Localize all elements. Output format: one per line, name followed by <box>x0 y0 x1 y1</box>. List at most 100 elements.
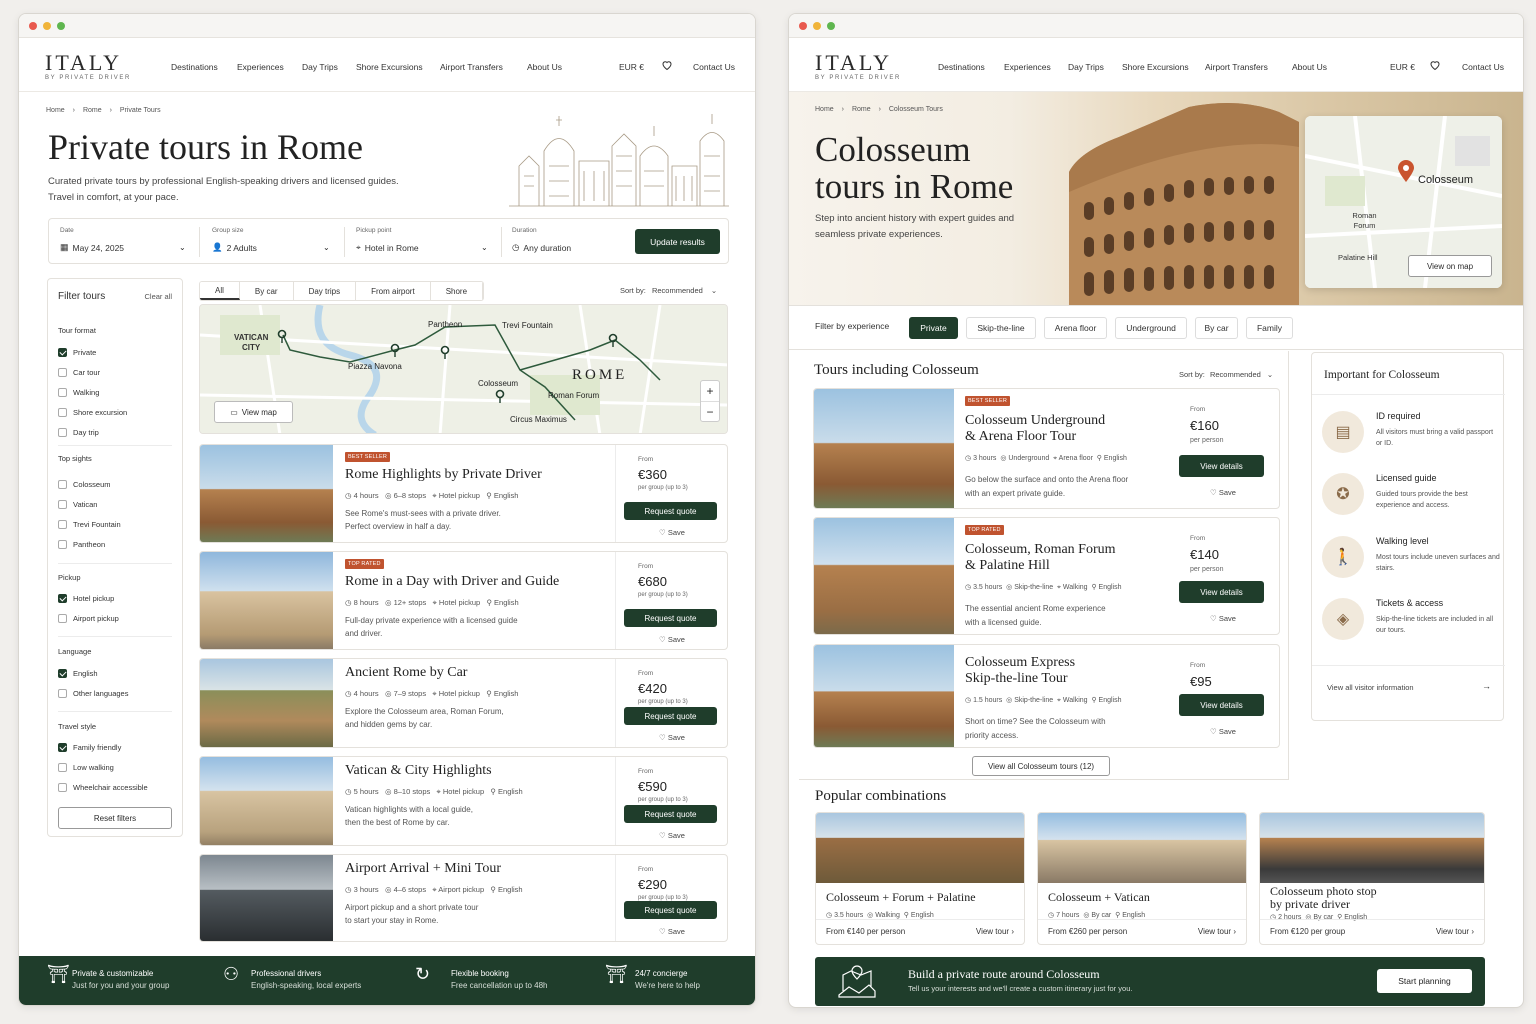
nav-airport-transfers[interactable]: Airport Transfers <box>440 62 503 72</box>
tour-image[interactable] <box>200 855 333 941</box>
checkbox[interactable] <box>58 743 67 752</box>
filter-option[interactable]: Low walking <box>58 763 114 772</box>
pill-arena-floor[interactable]: Arena floor <box>1044 317 1107 339</box>
checkbox[interactable] <box>58 520 67 529</box>
tour-title[interactable]: Rome Highlights by Private Driver <box>345 467 542 483</box>
tab-all[interactable]: All <box>200 282 240 300</box>
pill-underground[interactable]: Underground <box>1115 317 1187 339</box>
sort-dropdown[interactable]: Sort by: Recommended ⌄ <box>620 286 717 295</box>
nav-airport-transfers[interactable]: Airport Transfers <box>1205 62 1268 72</box>
combo-card[interactable]: Colosseum + Vatican ◷ 7 hours ◎ By car ⚲ … <box>1037 812 1247 945</box>
tab-by-car[interactable]: By car <box>239 282 294 300</box>
tour-title[interactable]: Airport Arrival + Mini Tour <box>345 861 501 877</box>
view-tour-link[interactable]: View tour › <box>1198 927 1236 936</box>
tour-image[interactable] <box>200 552 333 649</box>
combo-title[interactable]: Colosseum + Vatican <box>1048 891 1150 904</box>
pill-family[interactable]: Family <box>1246 317 1293 339</box>
map-pin-icon[interactable] <box>277 329 287 343</box>
combo-card[interactable]: Colosseum + Forum + Palatine ◷ 3.5 hours … <box>815 812 1025 945</box>
tour-card[interactable]: Colosseum Express Skip-the-line Tour ◷ 1.5… <box>813 644 1280 748</box>
minimize-dot[interactable] <box>813 22 821 30</box>
nav-contact-us[interactable]: Contact Us <box>1462 62 1504 72</box>
chevron-down-icon[interactable]: ⌄ <box>481 243 488 252</box>
checkbox[interactable] <box>58 500 67 509</box>
checkbox[interactable] <box>58 388 67 397</box>
maximize-dot[interactable] <box>827 22 835 30</box>
filter-option[interactable]: Colosseum <box>58 480 111 489</box>
view-details-button[interactable]: View details <box>1179 455 1264 477</box>
combo-title[interactable]: Colosseum photo stop by private driver <box>1270 885 1377 911</box>
tab-day-trips[interactable]: Day trips <box>293 282 357 300</box>
map-pin-icon[interactable] <box>608 333 618 347</box>
view-details-button[interactable]: View details <box>1179 581 1264 603</box>
save-button[interactable]: ♡ Save <box>1167 488 1279 497</box>
checkbox[interactable] <box>58 540 67 549</box>
filter-option[interactable]: Other languages <box>58 689 128 698</box>
save-button[interactable]: ♡ Save <box>616 528 727 537</box>
zoom-out-icon[interactable]: − <box>701 402 719 422</box>
save-button[interactable]: ♡ Save <box>616 831 727 840</box>
site-logo[interactable]: ITALY BY PRIVATE DRIVER <box>815 52 901 82</box>
nav-shore-excursions[interactable]: Shore Excursions <box>1122 62 1189 72</box>
filter-option[interactable]: Walking <box>58 388 99 397</box>
tour-title[interactable]: Colosseum, Roman Forum & Palatine Hill <box>965 542 1116 574</box>
nav-day-trips[interactable]: Day Trips <box>302 62 338 72</box>
request-quote-button[interactable]: Request quote <box>624 502 717 520</box>
nav-about-us[interactable]: About Us <box>527 62 562 72</box>
pill-by-car[interactable]: By car <box>1195 317 1238 339</box>
tour-card[interactable]: Airport Arrival + Mini Tour ◷ 3 hours ◎ 4… <box>199 854 728 942</box>
pickup-field[interactable]: Pickup point ⌖ Hotel in Rome <box>356 227 419 253</box>
save-button[interactable]: ♡ Save <box>1167 727 1279 736</box>
tour-title[interactable]: Vatican & City Highlights <box>345 763 492 779</box>
request-quote-button[interactable]: Request quote <box>624 901 717 919</box>
breadcrumb-home[interactable]: Home <box>815 106 834 113</box>
combo-image[interactable] <box>816 813 1024 883</box>
view-tour-link[interactable]: View tour › <box>1436 927 1474 936</box>
tour-card[interactable]: TOP RATED Rome in a Day with Driver and G… <box>199 551 728 650</box>
filter-option[interactable]: Hotel pickup <box>58 594 114 603</box>
nav-destinations[interactable]: Destinations <box>938 62 985 72</box>
maximize-dot[interactable] <box>57 22 65 30</box>
update-results-button[interactable]: Update results <box>635 229 720 254</box>
tour-card[interactable]: BEST SELLER Rome Highlights by Private Dr… <box>199 444 728 543</box>
arrow-right-icon[interactable]: → <box>1482 681 1491 691</box>
tab-from-airport[interactable]: From airport <box>356 282 431 300</box>
reset-filters-button[interactable]: Reset filters <box>58 807 172 829</box>
tour-image[interactable] <box>200 757 333 845</box>
tour-card[interactable]: Vatican & City Highlights ◷ 5 hours ◎ 8–1… <box>199 756 728 846</box>
combo-title[interactable]: Colosseum + Forum + Palatine <box>826 891 976 904</box>
tour-title[interactable]: Colosseum Underground & Arena Floor Tour <box>965 413 1105 445</box>
view-all-tours-button[interactable]: View all Colosseum tours (12) <box>972 756 1110 776</box>
tour-image[interactable] <box>200 445 333 542</box>
chevron-down-icon[interactable]: ⌄ <box>179 243 186 252</box>
view-map-button[interactable]: ▭ View map <box>214 401 293 423</box>
nav-contact-us[interactable]: Contact Us <box>693 62 735 72</box>
checkbox[interactable] <box>58 348 67 357</box>
combo-card[interactable]: Colosseum photo stop by private driver ◷ 2… <box>1259 812 1485 945</box>
filter-option[interactable]: Family friendly <box>58 743 121 752</box>
checkbox[interactable] <box>58 408 67 417</box>
filter-option[interactable]: Trevi Fountain <box>58 520 121 529</box>
request-quote-button[interactable]: Request quote <box>624 805 717 823</box>
minimize-dot[interactable] <box>43 22 51 30</box>
duration-field[interactable]: Duration ◷ Any duration <box>512 227 571 253</box>
nav-destinations[interactable]: Destinations <box>171 62 218 72</box>
tab-shore[interactable]: Shore <box>430 282 484 300</box>
tour-image[interactable] <box>814 645 954 747</box>
save-button[interactable]: ♡ Save <box>616 635 727 644</box>
save-button[interactable]: ♡ Save <box>616 733 727 742</box>
date-field[interactable]: Date ▦ May 24, 2025 <box>60 227 124 253</box>
checkbox[interactable] <box>58 594 67 603</box>
view-details-button[interactable]: View details <box>1179 694 1264 716</box>
checkbox[interactable] <box>58 689 67 698</box>
combo-image[interactable] <box>1038 813 1246 883</box>
tour-card[interactable]: Ancient Rome by Car ◷ 4 hours ◎ 7–9 stops… <box>199 658 728 748</box>
location-pin-icon[interactable] <box>1398 160 1414 182</box>
map-pin-icon[interactable] <box>440 345 450 359</box>
clear-all-link[interactable]: Clear all <box>144 292 172 301</box>
filter-option[interactable]: English <box>58 669 98 678</box>
tour-image[interactable] <box>814 389 954 508</box>
filter-option[interactable]: Wheelchair accessible <box>58 783 148 792</box>
nav-experiences[interactable]: Experiences <box>1004 62 1051 72</box>
tour-image[interactable] <box>814 518 954 634</box>
